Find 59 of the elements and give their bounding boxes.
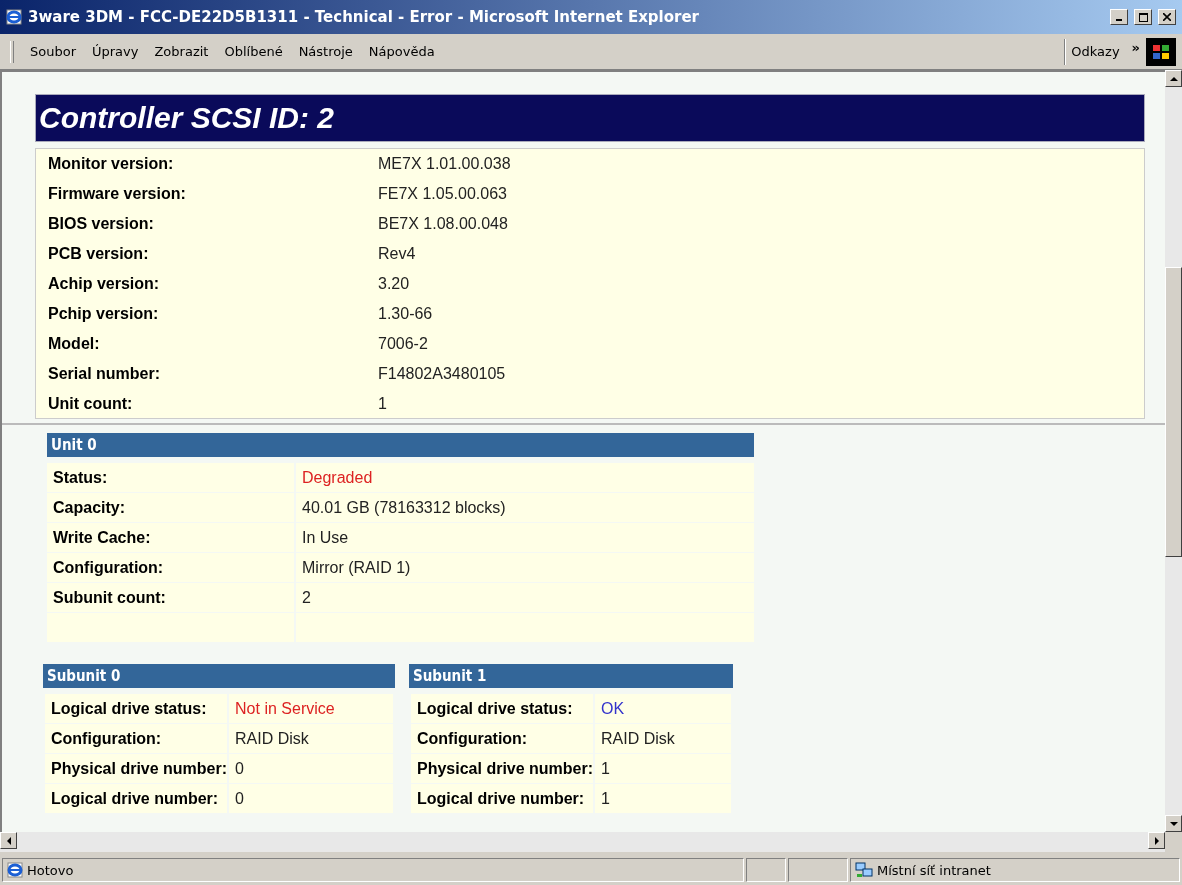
close-icon — [1163, 13, 1171, 21]
down-arrow-icon — [1169, 820, 1178, 827]
field-value: 40.01 GB (78163312 blocks) — [296, 493, 754, 522]
left-arrow-icon — [5, 836, 12, 845]
field-label: Logical drive number: — [411, 784, 594, 813]
close-button[interactable] — [1158, 9, 1176, 25]
up-arrow-icon — [1169, 75, 1178, 82]
field-value: 1 — [595, 754, 731, 783]
field-label: Configuration: — [411, 724, 594, 753]
menu-item[interactable]: Oblíbené — [216, 42, 291, 61]
status-text: Hotovo — [27, 862, 74, 878]
page-heading: Controller SCSI ID: 2 — [35, 94, 1145, 142]
field-label: Logical drive number: — [45, 784, 228, 813]
vertical-scrollbar[interactable] — [1165, 70, 1182, 852]
field-value: 1 — [595, 784, 731, 813]
field-label: Physical drive number: — [45, 754, 228, 783]
horizontal-scrollbar[interactable] — [0, 832, 1165, 852]
field-label: Status: — [47, 463, 294, 492]
field-value: 2 — [296, 583, 754, 612]
field-label: Configuration: — [45, 724, 228, 753]
field-value: OK — [595, 694, 731, 723]
network-icon — [855, 862, 873, 878]
window-title: 3ware 3DM - FCC-DE22D5B1311 - Technical - Error - Microsoft Internet Explorer — [28, 8, 700, 26]
menu-item[interactable]: Úpravy — [84, 42, 147, 61]
field-value: Mirror (RAID 1) — [296, 553, 754, 582]
status-panel — [746, 858, 786, 882]
zone-text: Místní síť intranet — [877, 862, 991, 878]
windows-flag-icon — [1152, 43, 1170, 60]
browser-icon — [6, 9, 22, 25]
field-label: Physical drive number: — [411, 754, 594, 783]
section-header: Subunit 0 — [43, 664, 395, 688]
maximize-button[interactable] — [1134, 9, 1152, 25]
menu-item[interactable]: Soubor — [22, 42, 84, 61]
field-value: RAID Disk — [229, 724, 393, 753]
field-label: Capacity: — [47, 493, 294, 522]
section-header: Unit 0 — [47, 433, 754, 457]
links-label[interactable]: Odkazy — [1064, 38, 1126, 65]
field-label: Logical drive status: — [411, 694, 594, 723]
menu-item[interactable]: Nápověda — [360, 42, 443, 61]
chevron-icon[interactable]: » — [1131, 40, 1140, 55]
field-label: Subunit count: — [47, 583, 294, 612]
status-panel — [788, 858, 848, 882]
maximize-icon — [1138, 12, 1148, 22]
field-value: Degraded — [296, 463, 754, 492]
field-value: 0 — [229, 754, 393, 783]
right-arrow-icon — [1153, 836, 1160, 845]
field-value: In Use — [296, 523, 754, 552]
field-value: RAID Disk — [595, 724, 731, 753]
page-icon — [7, 862, 23, 878]
menu-item[interactable]: Nástroje — [290, 42, 361, 61]
field-value: Not in Service — [229, 694, 393, 723]
scrollbar-corner — [1165, 832, 1182, 852]
minimize-button[interactable] — [1110, 9, 1128, 25]
field-label: Configuration: — [47, 553, 294, 582]
section-header: Subunit 1 — [409, 664, 733, 688]
field-value: 0 — [229, 784, 393, 813]
field-label: Logical drive status: — [45, 694, 228, 723]
menu-item[interactable]: Zobrazit — [146, 42, 217, 61]
field-label: Write Cache: — [47, 523, 294, 552]
